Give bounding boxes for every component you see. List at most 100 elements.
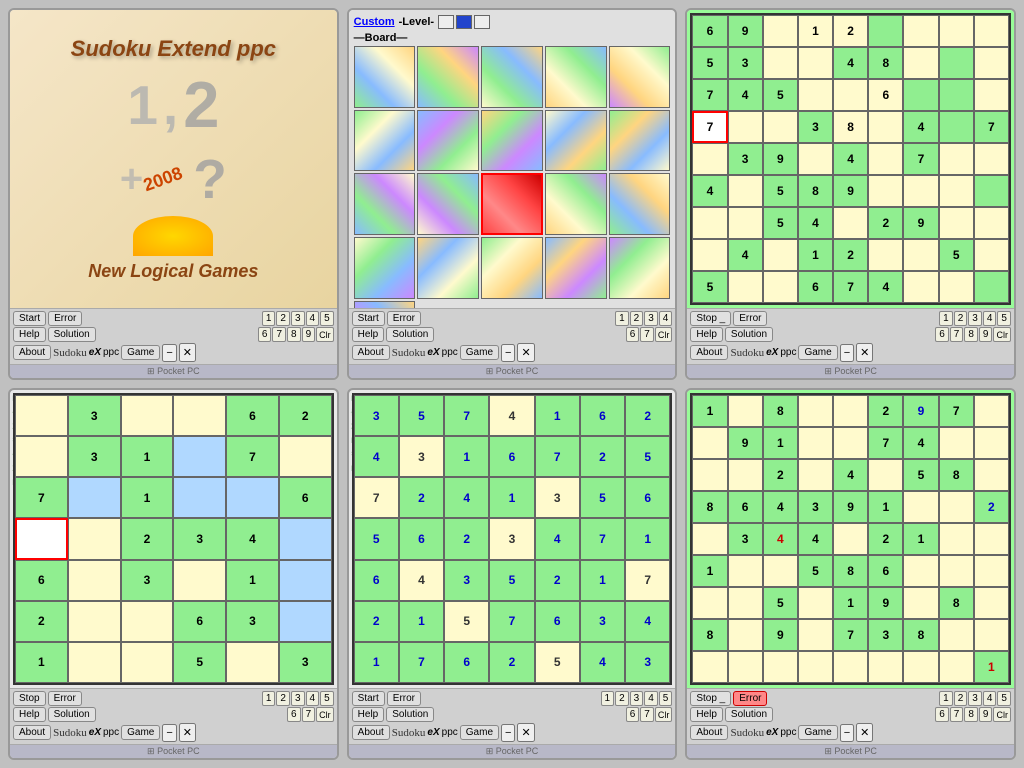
c6-5-1[interactable]: [728, 555, 763, 587]
c5-1-1[interactable]: 3: [399, 436, 444, 477]
help-button-5[interactable]: Help: [352, 707, 385, 722]
c5-0-2[interactable]: 7: [444, 395, 489, 436]
num-8-6[interactable]: 8: [964, 707, 978, 722]
c5-5-1[interactable]: 1: [399, 601, 444, 642]
mini-grid-19[interactable]: [545, 237, 607, 299]
error-button-2[interactable]: Error: [387, 311, 421, 326]
error-button-1[interactable]: Error: [48, 311, 82, 326]
num-6-1[interactable]: 6: [258, 327, 272, 342]
num-4-1[interactable]: 4: [306, 311, 320, 326]
close-button-5[interactable]: ✕: [517, 723, 534, 742]
c6-4-4[interactable]: [833, 523, 868, 555]
c6-8-8[interactable]: 1: [974, 651, 1009, 683]
c6-7-0[interactable]: 8: [692, 619, 727, 651]
c5-3-1[interactable]: 6: [399, 518, 444, 559]
cell-3-1-2[interactable]: [763, 47, 798, 79]
num-1-6[interactable]: 1: [939, 691, 953, 706]
c5-2-6[interactable]: 6: [625, 477, 670, 518]
c5-6-3[interactable]: 2: [489, 642, 534, 683]
mini-grid-12[interactable]: [417, 173, 479, 235]
num-2-5[interactable]: 2: [615, 691, 629, 706]
mini-grid-5[interactable]: [609, 46, 671, 108]
c6-0-8[interactable]: [974, 395, 1009, 427]
num-1-5[interactable]: 1: [601, 691, 615, 706]
c6-2-0[interactable]: [692, 459, 727, 491]
c5-1-2[interactable]: 1: [444, 436, 489, 477]
cell-3-0-5[interactable]: [868, 15, 903, 47]
c5-0-5[interactable]: 6: [580, 395, 625, 436]
c6-8-6[interactable]: [903, 651, 938, 683]
c6-2-6[interactable]: 5: [903, 459, 938, 491]
num-3-3[interactable]: 3: [968, 311, 982, 326]
cell-3-7-1[interactable]: 4: [728, 239, 763, 271]
c6-7-4[interactable]: 7: [833, 619, 868, 651]
cell-3-0-0[interactable]: 6: [692, 15, 727, 47]
stop-button-4[interactable]: Stop: [13, 691, 46, 706]
cell-3-4-0[interactable]: [692, 143, 727, 175]
cell-3-2-7[interactable]: [939, 79, 974, 111]
c4-1-2[interactable]: 1: [121, 436, 174, 477]
c6-3-6[interactable]: [903, 491, 938, 523]
minus-button-5[interactable]: −: [501, 724, 515, 742]
num-6-5[interactable]: 6: [626, 707, 640, 722]
start-button-2[interactable]: Start: [352, 311, 385, 326]
num-7-4[interactable]: 7: [302, 707, 316, 722]
c4-2-4[interactable]: [226, 477, 279, 518]
c5-6-6[interactable]: 3: [625, 642, 670, 683]
cell-3-6-6[interactable]: 9: [903, 207, 938, 239]
game-button-5[interactable]: Game: [460, 725, 499, 740]
c5-1-3[interactable]: 6: [489, 436, 534, 477]
c4-6-5[interactable]: 3: [279, 642, 332, 683]
c6-1-4[interactable]: [833, 427, 868, 459]
num-5-6[interactable]: 5: [997, 691, 1011, 706]
cell-3-8-8[interactable]: [974, 271, 1009, 303]
cell-3-1-4[interactable]: 4: [833, 47, 868, 79]
cell-3-1-7[interactable]: [939, 47, 974, 79]
c4-4-1[interactable]: [68, 560, 121, 601]
game-button-4[interactable]: Game: [121, 725, 160, 740]
c6-4-2[interactable]: 4: [763, 523, 798, 555]
c5-5-6[interactable]: 4: [625, 601, 670, 642]
mini-grid-3[interactable]: [481, 46, 543, 108]
c6-6-7[interactable]: 8: [939, 587, 974, 619]
c6-2-5[interactable]: [868, 459, 903, 491]
c5-2-1[interactable]: 2: [399, 477, 444, 518]
solution-button-3[interactable]: Solution: [725, 327, 773, 342]
num-5-3[interactable]: 5: [997, 311, 1011, 326]
num-3-2[interactable]: 3: [644, 311, 658, 326]
c6-6-6[interactable]: [903, 587, 938, 619]
num-3-5[interactable]: 3: [630, 691, 644, 706]
about-button-4[interactable]: About: [13, 725, 51, 740]
c4-5-0[interactable]: 2: [15, 601, 68, 642]
cell-3-4-1[interactable]: 3: [728, 143, 763, 175]
clr-button-5[interactable]: Clr: [655, 707, 673, 722]
cell-3-3-7[interactable]: [939, 111, 974, 143]
c5-6-4[interactable]: 5: [535, 642, 580, 683]
c6-8-4[interactable]: [833, 651, 868, 683]
c6-2-3[interactable]: [798, 459, 833, 491]
c6-0-0[interactable]: 1: [692, 395, 727, 427]
c5-2-4[interactable]: 3: [535, 477, 580, 518]
c5-5-0[interactable]: 2: [354, 601, 399, 642]
c6-8-7[interactable]: [939, 651, 974, 683]
c6-5-5[interactable]: 6: [868, 555, 903, 587]
c6-5-8[interactable]: [974, 555, 1009, 587]
c6-6-5[interactable]: 9: [868, 587, 903, 619]
c6-7-6[interactable]: 8: [903, 619, 938, 651]
cell-3-0-7[interactable]: [939, 15, 974, 47]
mini-grid-17[interactable]: [417, 237, 479, 299]
cell-3-2-5[interactable]: 6: [868, 79, 903, 111]
c6-7-8[interactable]: [974, 619, 1009, 651]
solution-button-2[interactable]: Solution: [386, 327, 434, 342]
c5-4-4[interactable]: 2: [535, 560, 580, 601]
cell-3-8-1[interactable]: [728, 271, 763, 303]
c6-4-8[interactable]: [974, 523, 1009, 555]
cell-3-2-1[interactable]: 4: [728, 79, 763, 111]
c4-2-0[interactable]: 7: [15, 477, 68, 518]
num-2-3[interactable]: 2: [954, 311, 968, 326]
c6-3-3[interactable]: 3: [798, 491, 833, 523]
num-6-6[interactable]: 6: [935, 707, 949, 722]
game-button-6[interactable]: Game: [798, 725, 837, 740]
c6-8-5[interactable]: [868, 651, 903, 683]
c6-0-3[interactable]: [798, 395, 833, 427]
